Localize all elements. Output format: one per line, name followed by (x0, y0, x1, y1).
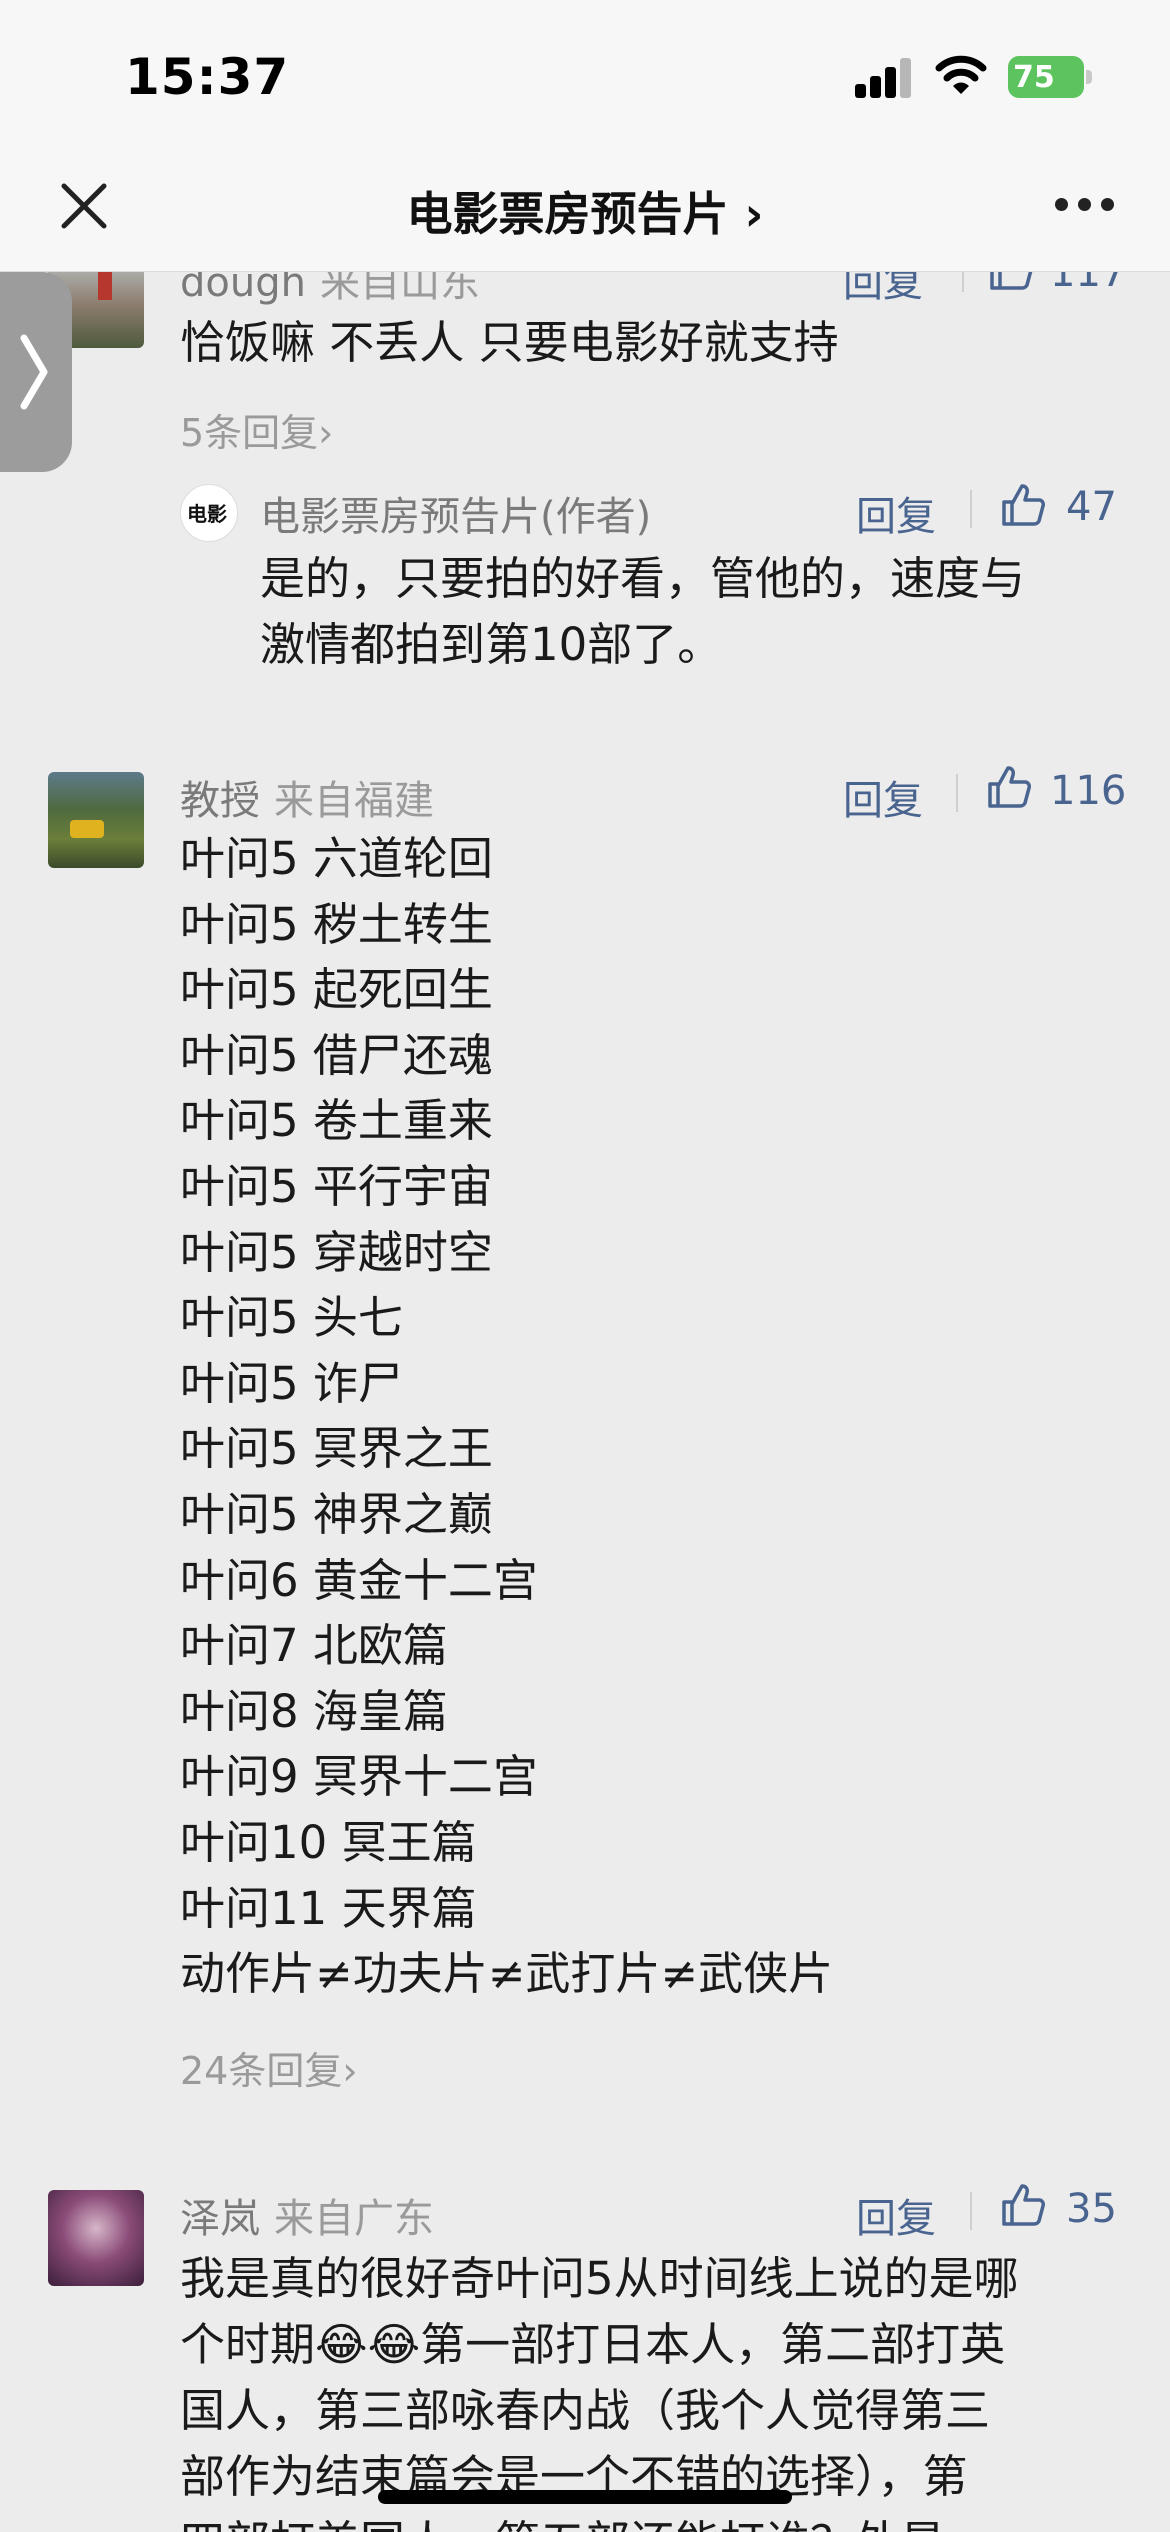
comment-line: 叶问5 诈尸 (180, 1356, 403, 1410)
comment-line: 叶问5 穿越时空 (180, 1225, 493, 1279)
comment-line: 叶问5 头七 (180, 1291, 403, 1345)
comment-text: 恰饭嘛 不丢人 只要电影好就支持 (180, 316, 839, 369)
status-time: 15:37 (125, 48, 290, 106)
reply-button[interactable]: 回复 (856, 484, 936, 542)
battery-percent: 75 (1013, 60, 1055, 95)
comment-line: 叶问9 冥界十二宫 (180, 1750, 538, 1804)
comment-line: 四部打美国人，第五部还能打谁？外星 (180, 2510, 945, 2532)
signal-icon (855, 58, 915, 98)
reply-button[interactable]: 回复 (856, 2186, 936, 2244)
like-count: 116 (1050, 768, 1127, 814)
replies-link[interactable]: 24条回复› (180, 2040, 358, 2095)
author-reply-text: 是的，只要拍的好看，管他的，速度与 激情都拍到第10部了。 (260, 552, 1026, 671)
author-name[interactable]: 泽岚 (180, 2196, 260, 2242)
like-count: 35 (1066, 2186, 1117, 2232)
status-bar: 15:37 75 (0, 0, 1170, 150)
comment-line: 我是真的很好奇叶问5从时间线上说的是哪 (180, 2252, 1019, 2305)
avatar[interactable] (48, 772, 144, 868)
comment-line: 个时期😂😂第一部打日本人，第二部打英 (180, 2318, 1006, 2371)
author-reply-name[interactable]: 电影票房预告片(作者) (260, 484, 651, 542)
comment-line: 叶问5 平行宇宙 (180, 1160, 493, 1213)
home-indicator[interactable] (378, 2490, 792, 2504)
author-avatar[interactable]: 电影 (180, 484, 238, 542)
battery-icon: 75 (1008, 56, 1092, 98)
comment-line: 叶问10 冥王篇 (180, 1816, 477, 1869)
thumbs-up-icon[interactable] (986, 764, 1032, 810)
divider (970, 2192, 972, 2230)
reply-button[interactable]: 回复 (843, 768, 923, 826)
chevron-right-icon (20, 334, 48, 410)
app-screen: 15:37 75 电影票房预告片 › dough 来自山东 回复 117 恰饭嘛… (0, 0, 1170, 2532)
thumbs-up-icon[interactable] (1000, 2182, 1046, 2228)
avatar-logo-text: 电影 (187, 502, 227, 526)
comment-line: 叶问5 六道轮回 (180, 832, 493, 885)
comment-line: 叶问11 天界篇 (180, 1881, 477, 1935)
replies-link[interactable]: 5条回复› (180, 402, 333, 457)
comment-author[interactable]: 泽岚 来自广东 (180, 2186, 434, 2244)
comment-line: 动作片≠功夫片≠武打片≠武侠片 (180, 1947, 834, 2001)
comment-line: 叶问7 北欧篇 (180, 1619, 448, 1673)
comment-line: 国人，第三部咏春内战（我个人觉得第三 (180, 2384, 991, 2437)
comment-line: 叶问5 借尸还魂 (180, 1028, 493, 1082)
wifi-icon (935, 55, 987, 94)
thumbs-up-icon[interactable] (1000, 482, 1046, 528)
comment-line: 叶问5 起死回生 (180, 963, 493, 1017)
like-count: 47 (1066, 484, 1117, 530)
page-title[interactable]: 电影票房预告片 › (0, 178, 1170, 244)
author-name[interactable]: 教授 (180, 778, 260, 824)
avatar[interactable] (48, 2190, 144, 2286)
comment-author[interactable]: 教授 来自福建 (180, 768, 434, 826)
side-expand-tab[interactable] (0, 272, 72, 472)
divider (956, 774, 958, 812)
comment-line: 叶问5 神界之巅 (180, 1488, 493, 1541)
comment-line: 叶问5 卷土重来 (180, 1094, 493, 1148)
comment-line: 叶问5 冥界之王 (180, 1422, 493, 1476)
author-location: 来自福建 (274, 778, 434, 824)
author-location: 来自广东 (274, 2196, 434, 2242)
comment-line: 叶问8 海皇篇 (180, 1684, 448, 1738)
comment-line: 叶问5 秽土转生 (180, 897, 493, 951)
more-icon[interactable] (1055, 198, 1115, 214)
comment-line: 叶问6 黄金十二宫 (180, 1553, 538, 1607)
divider (970, 490, 972, 528)
battery-tip (1086, 70, 1092, 84)
